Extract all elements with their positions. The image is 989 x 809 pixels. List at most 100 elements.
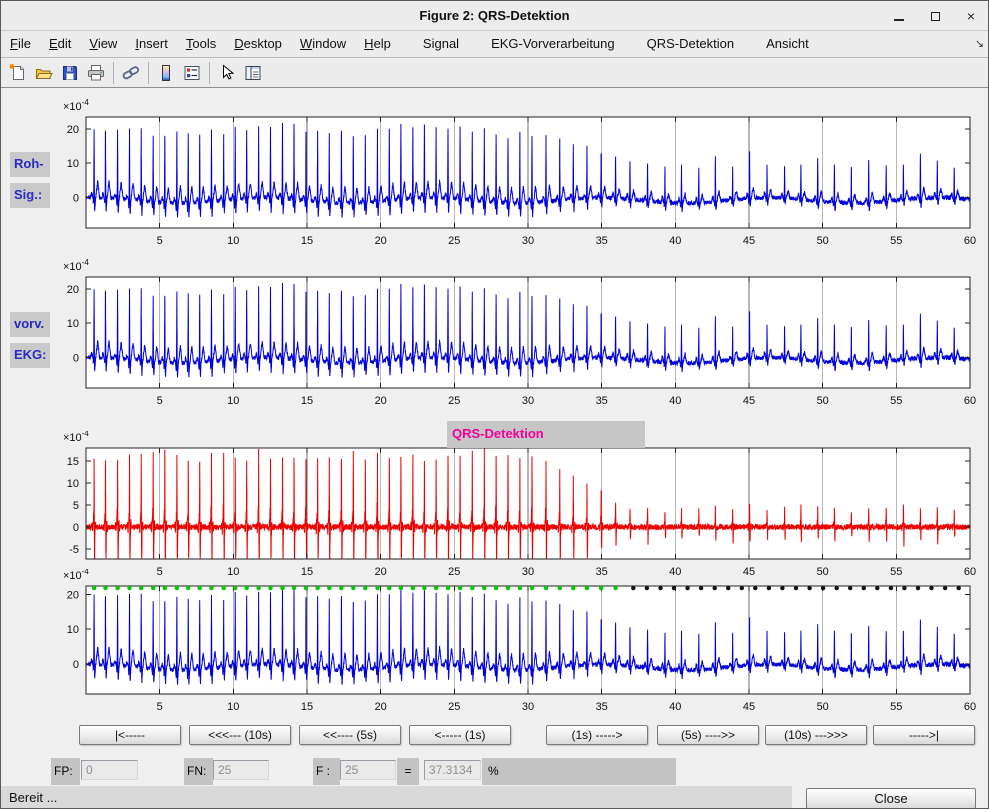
toolbar-separator <box>209 62 210 84</box>
percent-label: % <box>482 758 676 785</box>
nav-button-3[interactable]: <----- (1s) <box>409 725 511 745</box>
svg-text:50: 50 <box>817 235 829 247</box>
svg-text:15: 15 <box>301 395 313 407</box>
insert-legend-icon[interactable] <box>179 61 205 85</box>
open-file-icon[interactable] <box>31 61 57 85</box>
save-figure-icon[interactable] <box>57 61 83 85</box>
menu-view[interactable]: View <box>80 31 126 57</box>
svg-text:45: 45 <box>743 701 755 713</box>
plot-preprocessed-ecg[interactable]: 5101520253035404550556001020×10-4 <box>1 259 989 411</box>
nav-button-4[interactable]: (1s) -----> <box>546 725 648 745</box>
f-field[interactable] <box>340 760 396 780</box>
fn-label: FN: <box>184 758 213 785</box>
svg-text:×10-4: ×10-4 <box>63 431 89 444</box>
nav-button-0[interactable]: |<----- <box>79 725 181 745</box>
svg-text:10: 10 <box>227 235 239 247</box>
plot-browser-icon[interactable] <box>240 61 266 85</box>
svg-text:35: 35 <box>596 701 608 713</box>
svg-text:10: 10 <box>67 318 79 330</box>
svg-text:5: 5 <box>157 235 163 247</box>
menu-ekg-vorverarbeitung[interactable]: EKG-Vorverarbeitung <box>482 31 624 57</box>
svg-text:0: 0 <box>73 659 79 671</box>
minimize-button[interactable] <box>888 5 910 27</box>
nav-button-5[interactable]: (5s) ---->> <box>657 725 759 745</box>
svg-text:20: 20 <box>67 124 79 136</box>
link-plot-icon[interactable] <box>118 61 144 85</box>
svg-text:55: 55 <box>890 701 902 713</box>
svg-text:0: 0 <box>73 522 79 534</box>
svg-text:35: 35 <box>596 235 608 247</box>
menu-insert[interactable]: Insert <box>126 31 177 57</box>
svg-text:60: 60 <box>964 235 976 247</box>
new-figure-icon[interactable] <box>5 61 31 85</box>
nav-button-1[interactable]: <<<--- (10s) <box>189 725 291 745</box>
menu-ansicht[interactable]: Ansicht <box>757 31 818 57</box>
figure-window: Figure 2: QRS-Detektion × FileEditViewIn… <box>0 0 989 809</box>
svg-text:60: 60 <box>964 395 976 407</box>
svg-text:30: 30 <box>522 395 534 407</box>
svg-text:10: 10 <box>227 701 239 713</box>
svg-text:25: 25 <box>448 701 460 713</box>
menu-desktop[interactable]: Desktop <box>225 31 291 57</box>
menu-file[interactable]: File <box>1 31 40 57</box>
svg-text:20: 20 <box>375 701 387 713</box>
svg-text:60: 60 <box>964 701 976 713</box>
svg-text:55: 55 <box>890 395 902 407</box>
equals-label: = <box>397 758 419 785</box>
svg-text:20: 20 <box>67 589 79 601</box>
svg-text:45: 45 <box>743 235 755 247</box>
svg-text:40: 40 <box>669 701 681 713</box>
fn-field[interactable] <box>213 760 269 780</box>
menu-window[interactable]: Window <box>291 31 355 57</box>
menu-overflow-icon[interactable]: ↘ <box>975 37 984 50</box>
nav-button-2[interactable]: <<---- (5s) <box>299 725 401 745</box>
title-bar: Figure 2: QRS-Detektion × <box>1 1 988 31</box>
status-bar: Bereit ... <box>1 786 792 809</box>
menu-tools[interactable]: Tools <box>177 31 225 57</box>
fp-label: FP: <box>51 758 80 785</box>
svg-text:-5: -5 <box>69 544 79 556</box>
toolbar-separator <box>148 62 149 84</box>
menu-qrs-detektion[interactable]: QRS-Detektion <box>638 31 743 57</box>
svg-text:50: 50 <box>817 701 829 713</box>
svg-text:0: 0 <box>73 352 79 364</box>
nav-button-7[interactable]: ----->| <box>873 725 975 745</box>
f-label: F : <box>313 758 340 785</box>
plot-detection-result[interactable]: 5101520253035404550556001020×10-4 <box>1 569 989 715</box>
svg-text:0: 0 <box>73 192 79 204</box>
svg-text:15: 15 <box>301 235 313 247</box>
svg-text:5: 5 <box>73 500 79 512</box>
svg-text:20: 20 <box>375 395 387 407</box>
svg-text:25: 25 <box>448 235 460 247</box>
svg-text:15: 15 <box>67 456 79 468</box>
svg-text:45: 45 <box>743 395 755 407</box>
svg-text:40: 40 <box>669 235 681 247</box>
svg-text:×10-4: ×10-4 <box>63 569 89 582</box>
close-window-button[interactable]: × <box>960 5 982 27</box>
svg-text:30: 30 <box>522 701 534 713</box>
svg-text:30: 30 <box>522 235 534 247</box>
svg-text:15: 15 <box>301 701 313 713</box>
svg-text:35: 35 <box>596 395 608 407</box>
svg-text:10: 10 <box>67 624 79 636</box>
close-button[interactable]: Close <box>806 788 976 809</box>
svg-text:40: 40 <box>669 395 681 407</box>
svg-text:×10-4: ×10-4 <box>63 259 89 273</box>
edit-plot-icon[interactable] <box>214 61 240 85</box>
plot-raw-signal[interactable]: 5101520253035404550556001020×10-4 <box>1 99 989 251</box>
print-figure-icon[interactable] <box>83 61 109 85</box>
f-percent-field[interactable] <box>424 760 481 780</box>
qrs-detection-plot-title: QRS-Detektion <box>447 421 645 448</box>
toolbar <box>1 58 988 88</box>
insert-colorbar-icon[interactable] <box>153 61 179 85</box>
svg-text:55: 55 <box>890 235 902 247</box>
svg-text:50: 50 <box>817 395 829 407</box>
maximize-button[interactable] <box>924 5 946 27</box>
plot-qrs-filtered[interactable]: 51015202530354045505560-5051015×10-4 <box>1 431 989 581</box>
menu-signal[interactable]: Signal <box>414 31 468 57</box>
menu-edit[interactable]: Edit <box>40 31 80 57</box>
preprocessed-label-line2: EKG: <box>10 343 50 368</box>
fp-field[interactable] <box>81 760 138 780</box>
menu-help[interactable]: Help <box>355 31 400 57</box>
nav-button-6[interactable]: (10s) --->>> <box>765 725 867 745</box>
